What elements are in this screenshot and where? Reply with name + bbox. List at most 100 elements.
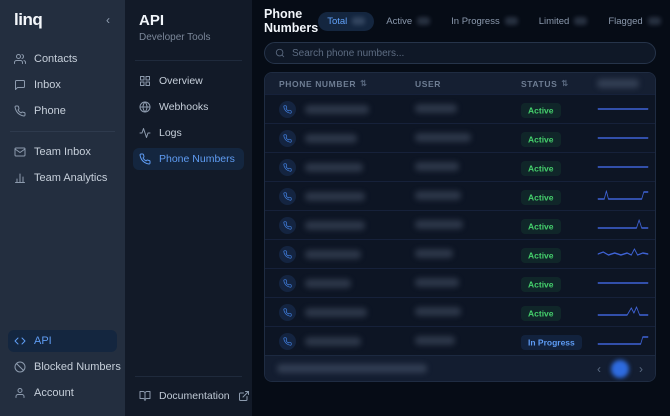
tab-count-redacted bbox=[574, 17, 588, 25]
table-row[interactable]: Active bbox=[265, 210, 655, 239]
phone-number-redacted bbox=[305, 133, 357, 143]
sub-item-label: Webhooks bbox=[159, 101, 209, 113]
tab-flagged[interactable]: Flagged bbox=[599, 12, 669, 31]
user-cell bbox=[415, 187, 521, 205]
usage-sparkline bbox=[597, 282, 649, 284]
sidebar-item-label: Phone bbox=[34, 105, 66, 117]
user-redacted bbox=[415, 249, 453, 258]
phone-number-cell bbox=[279, 158, 415, 176]
sidebar-item-account[interactable]: Account bbox=[8, 382, 117, 404]
phone-icon bbox=[14, 105, 26, 117]
status-badge: Active bbox=[521, 218, 561, 234]
sidebar-item-blocked-numbers[interactable]: Blocked Numbers bbox=[8, 356, 121, 378]
table-row[interactable]: Active bbox=[265, 181, 655, 210]
tab-total[interactable]: Total bbox=[318, 11, 375, 31]
phone-number-cell bbox=[279, 100, 415, 118]
usage-cell bbox=[597, 217, 655, 233]
documentation-link[interactable]: Documentation bbox=[133, 384, 249, 408]
inbox-icon bbox=[15, 80, 25, 90]
sidebar-item-team-analytics[interactable]: Team Analytics bbox=[8, 167, 117, 189]
phone-icon bbox=[279, 187, 296, 205]
brand-logo: linq bbox=[14, 10, 43, 29]
tab-count-redacted bbox=[647, 17, 661, 25]
table-row[interactable]: Active bbox=[265, 94, 655, 123]
sub-sidebar-title: API bbox=[139, 12, 165, 29]
sidebar-item-team-inbox[interactable]: Team Inbox bbox=[8, 141, 117, 163]
phone-icon bbox=[279, 129, 296, 147]
status-badge: Active bbox=[521, 247, 561, 263]
usage-cell bbox=[597, 159, 655, 175]
phone-number-redacted bbox=[305, 104, 369, 114]
sort-icon[interactable]: ⇅ bbox=[561, 79, 568, 88]
phone-number-redacted bbox=[305, 278, 351, 288]
usage-cell bbox=[597, 101, 655, 117]
table-row[interactable]: Active bbox=[265, 297, 655, 326]
column-header-phone-number[interactable]: PHONE NUMBER ⇅ bbox=[279, 79, 415, 89]
left-sidebar: linq ‹ Contacts Inbox Phone Team Inbox T… bbox=[0, 0, 125, 416]
phone-number-redacted bbox=[305, 191, 365, 201]
usage-sparkline bbox=[597, 108, 649, 110]
user-cell bbox=[415, 216, 521, 234]
phone-icon bbox=[279, 245, 296, 263]
tab-limited[interactable]: Limited bbox=[530, 12, 597, 31]
status-cell: Active bbox=[521, 303, 597, 321]
phone-icon bbox=[139, 153, 151, 165]
current-page-indicator[interactable] bbox=[611, 359, 629, 378]
phone-number-cell bbox=[279, 274, 415, 292]
phone-numbers-table: PHONE NUMBER ⇅ USER STATUS ⇅ Active Acti… bbox=[264, 72, 656, 382]
search-icon bbox=[275, 48, 285, 58]
sub-item-overview[interactable]: Overview bbox=[133, 70, 244, 92]
column-header-user[interactable]: USER bbox=[415, 79, 521, 89]
column-header-status[interactable]: STATUS ⇅ bbox=[521, 79, 597, 89]
sub-sidebar-header: API Developer Tools bbox=[133, 0, 244, 53]
tab-in-progress[interactable]: In Progress bbox=[442, 12, 527, 31]
sub-sidebar-subtitle: Developer Tools bbox=[139, 32, 211, 43]
usage-cell bbox=[597, 275, 655, 291]
usage-sparkline bbox=[597, 190, 649, 200]
sort-icon[interactable]: ⇅ bbox=[360, 79, 367, 88]
user-cell bbox=[415, 158, 521, 176]
external-link-icon bbox=[238, 391, 249, 401]
prev-page-button[interactable]: ‹ bbox=[597, 363, 601, 375]
user-redacted bbox=[415, 162, 459, 171]
tab-label: Total bbox=[327, 15, 348, 27]
user-redacted bbox=[415, 307, 461, 316]
table-row[interactable]: Active bbox=[265, 239, 655, 268]
sidebar-item-label: Team Inbox bbox=[34, 146, 91, 158]
sidebar-item-label: Blocked Numbers bbox=[34, 361, 121, 373]
status-cell: Active bbox=[521, 274, 597, 292]
tabs: Total Active In Progress Limited Flagged bbox=[318, 11, 670, 31]
table-row[interactable]: Active bbox=[265, 152, 655, 181]
table-row[interactable]: Active bbox=[265, 123, 655, 152]
sidebar-item-api[interactable]: API bbox=[8, 330, 117, 352]
sub-item-phone-numbers[interactable]: Phone Numbers bbox=[133, 148, 244, 170]
status-badge: Active bbox=[521, 276, 561, 292]
collapse-sidebar-icon[interactable]: ‹ bbox=[103, 13, 113, 27]
status-badge: In Progress bbox=[521, 334, 582, 350]
table-row[interactable]: In Progress bbox=[265, 326, 655, 355]
sidebar-item-inbox[interactable]: Inbox bbox=[8, 74, 117, 96]
table-row[interactable]: Active bbox=[265, 268, 655, 297]
sub-item-label: Phone Numbers bbox=[159, 153, 235, 165]
status-cell: Active bbox=[521, 245, 597, 263]
phone-icon bbox=[279, 216, 296, 234]
next-page-button[interactable]: › bbox=[639, 363, 643, 375]
status-cell: Active bbox=[521, 158, 597, 176]
phone-icon bbox=[279, 303, 296, 321]
tab-count-redacted bbox=[352, 17, 366, 25]
usage-cell bbox=[597, 246, 655, 262]
user-cell bbox=[415, 332, 521, 350]
sidebar-item-label: Team Analytics bbox=[34, 172, 108, 184]
sub-item-webhooks[interactable]: Webhooks bbox=[133, 96, 244, 118]
results-summary-redacted bbox=[277, 364, 427, 373]
search-bar bbox=[264, 42, 656, 64]
tab-active[interactable]: Active bbox=[377, 12, 439, 31]
sub-item-logs[interactable]: Logs bbox=[133, 122, 244, 144]
sidebar-item-contacts[interactable]: Contacts bbox=[8, 48, 117, 70]
user-cell bbox=[415, 274, 521, 292]
phone-icon bbox=[279, 158, 296, 176]
sidebar-item-phone[interactable]: Phone bbox=[8, 100, 117, 122]
search-input[interactable] bbox=[292, 47, 645, 59]
sub-sidebar-footer-divider bbox=[135, 376, 242, 377]
phone-number-redacted bbox=[305, 249, 361, 259]
